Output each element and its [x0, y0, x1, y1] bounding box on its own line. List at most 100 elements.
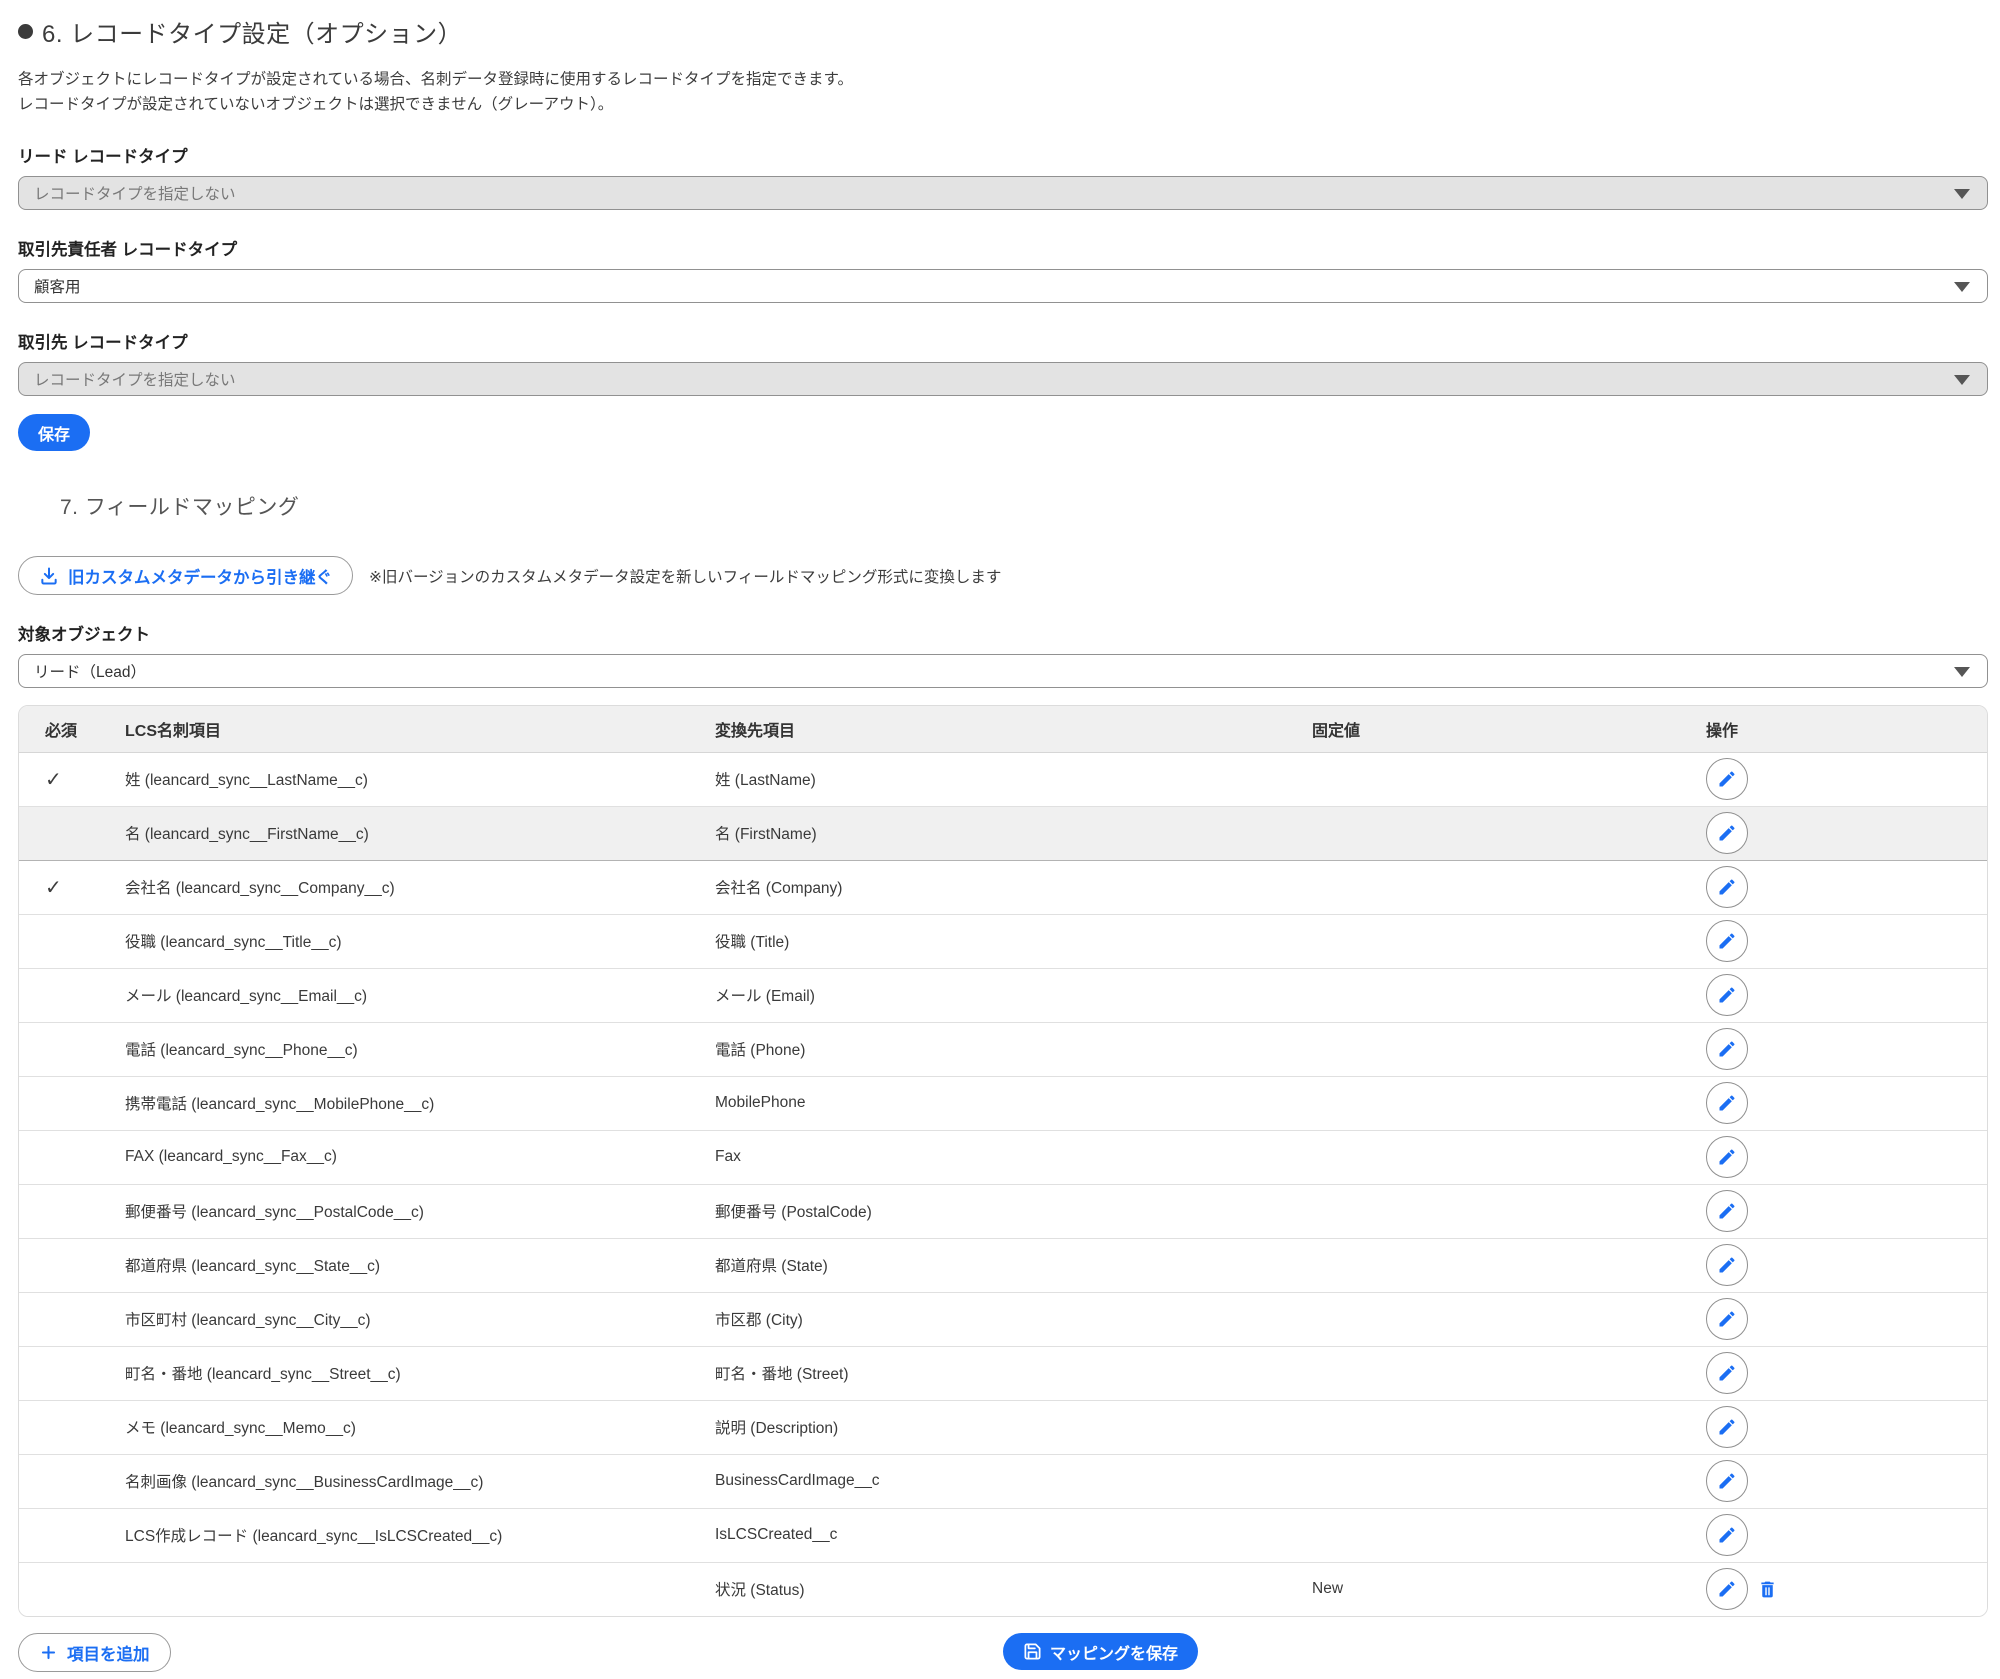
contact-recordtype-value: 顧客用 [34, 275, 81, 297]
target-field-cell: メール (Email) [715, 968, 1312, 1022]
edit-pencil-icon [1717, 1255, 1737, 1275]
source-field-cell: 名 (leancard_sync__FirstName__c) [125, 806, 715, 860]
fixed-value-cell [1312, 752, 1706, 806]
edit-row-button[interactable] [1706, 812, 1748, 854]
edit-row-button[interactable] [1706, 1190, 1748, 1232]
source-field-cell: 市区町村 (leancard_sync__City__c) [125, 1292, 715, 1346]
section7-title: 7. フィールドマッピング [60, 491, 1988, 521]
edit-row-button[interactable] [1706, 974, 1748, 1016]
target-field-cell: 状況 (Status) [715, 1562, 1312, 1616]
edit-row-button[interactable] [1706, 1136, 1748, 1178]
fixed-value-cell [1312, 1022, 1706, 1076]
add-row-button[interactable]: 項目を追加 [18, 1633, 171, 1672]
table-row: 状況 (Status) New [19, 1562, 1987, 1616]
source-field-cell: 町名・番地 (leancard_sync__Street__c) [125, 1346, 715, 1400]
table-footer: 項目を追加 マッピングを保存 [18, 1633, 1988, 1679]
table-row: 電話 (leancard_sync__Phone__c) 電話 (Phone) [19, 1022, 1987, 1076]
edit-pencil-icon [1717, 1363, 1737, 1383]
edit-row-button[interactable] [1706, 866, 1748, 908]
edit-row-button[interactable] [1706, 1514, 1748, 1556]
source-field-cell: LCS作成レコード (leancard_sync__IsLCSCreated__… [125, 1508, 715, 1562]
edit-pencil-icon [1717, 877, 1737, 897]
edit-pencil-icon [1717, 1093, 1737, 1113]
save-mapping-button[interactable]: マッピングを保存 [1003, 1633, 1198, 1670]
lead-recordtype-select[interactable]: レコードタイプを指定しない [18, 176, 1988, 210]
fixed-value-cell [1312, 1508, 1706, 1562]
description-line: 各オブジェクトにレコードタイプが設定されている場合、名刺データ登録時に使用するレ… [18, 67, 1988, 92]
edit-row-button[interactable] [1706, 758, 1748, 800]
source-field-cell: FAX (leancard_sync__Fax__c) [125, 1130, 715, 1184]
target-field-cell: IsLCSCreated__c [715, 1508, 1312, 1562]
source-field-cell: メモ (leancard_sync__Memo__c) [125, 1400, 715, 1454]
edit-pencil-icon [1717, 1525, 1737, 1545]
target-field-cell: Fax [715, 1130, 1312, 1184]
target-field-cell: 都道府県 (State) [715, 1238, 1312, 1292]
table-row: 名刺画像 (leancard_sync__BusinessCardImage__… [19, 1454, 1987, 1508]
edit-row-button[interactable] [1706, 1460, 1748, 1502]
fixed-value-cell [1312, 914, 1706, 968]
table-row: 郵便番号 (leancard_sync__PostalCode__c) 郵便番号… [19, 1184, 1987, 1238]
account-recordtype-select[interactable]: レコードタイプを指定しない [18, 362, 1988, 396]
table-row: LCS作成レコード (leancard_sync__IsLCSCreated__… [19, 1508, 1987, 1562]
table-row: FAX (leancard_sync__Fax__c) Fax [19, 1130, 1987, 1184]
fixed-value-cell [1312, 1454, 1706, 1508]
edit-pencil-icon [1717, 1471, 1737, 1491]
source-field-cell [125, 1562, 715, 1616]
dropdown-arrow-icon [1954, 667, 1970, 677]
contact-recordtype-select[interactable]: 顧客用 [18, 269, 1988, 303]
fixed-value-cell [1312, 860, 1706, 914]
source-field-cell: 都道府県 (leancard_sync__State__c) [125, 1238, 715, 1292]
settings-page: 6. レコードタイプ設定（オプション） 各オブジェクトにレコードタイプが設定され… [0, 0, 2000, 1679]
edit-pencil-icon [1717, 931, 1737, 951]
edit-pencil-icon [1717, 769, 1737, 789]
edit-row-button[interactable] [1706, 1028, 1748, 1070]
edit-pencil-icon [1717, 1417, 1737, 1437]
fixed-value-cell [1312, 1292, 1706, 1346]
edit-row-button[interactable] [1706, 1244, 1748, 1286]
fixed-value-cell: New [1312, 1562, 1706, 1616]
edit-pencil-icon [1717, 1309, 1737, 1329]
save-recordtype-button[interactable]: 保存 [18, 414, 90, 451]
save-icon [1023, 1642, 1042, 1661]
section-bullet-icon [18, 24, 33, 39]
target-field-cell: 会社名 (Company) [715, 860, 1312, 914]
edit-row-button[interactable] [1706, 1082, 1748, 1124]
table-header-row: 必須 LCS名刺項目 変換先項目 固定値 操作 [19, 706, 1987, 752]
account-recordtype-value: レコードタイプを指定しない [34, 368, 236, 390]
table-row: ✓ 会社名 (leancard_sync__Company__c) 会社名 (C… [19, 860, 1987, 914]
target-object-select[interactable]: リード（Lead） [18, 654, 1988, 688]
edit-row-button[interactable] [1706, 1406, 1748, 1448]
fixed-value-cell [1312, 1400, 1706, 1454]
table-row: メモ (leancard_sync__Memo__c) 説明 (Descript… [19, 1400, 1987, 1454]
table-row: 携帯電話 (leancard_sync__MobilePhone__c) Mob… [19, 1076, 1987, 1130]
target-object-label: 対象オブジェクト [18, 621, 1988, 645]
col-header-actions: 操作 [1706, 706, 1987, 752]
target-field-cell: 電話 (Phone) [715, 1022, 1312, 1076]
dropdown-arrow-icon [1954, 282, 1970, 292]
target-field-cell: 名 (FirstName) [715, 806, 1312, 860]
target-object-value: リード（Lead） [34, 660, 146, 682]
fixed-value-cell [1312, 1184, 1706, 1238]
table-row: 名 (leancard_sync__FirstName__c) 名 (First… [19, 806, 1987, 860]
table-row: 役職 (leancard_sync__Title__c) 役職 (Title) [19, 914, 1987, 968]
inherit-legacy-metadata-button[interactable]: 旧カスタムメタデータから引き継ぐ [18, 556, 353, 595]
account-recordtype-label: 取引先 レコードタイプ [18, 329, 1988, 353]
required-check-icon: ✓ [45, 877, 62, 899]
edit-row-button[interactable] [1706, 1352, 1748, 1394]
fixed-value-cell [1312, 968, 1706, 1022]
fixed-value-cell [1312, 806, 1706, 860]
fixed-value-cell [1312, 1238, 1706, 1292]
target-field-cell: MobilePhone [715, 1076, 1312, 1130]
edit-row-button[interactable] [1706, 920, 1748, 962]
description-line: レコードタイプが設定されていないオブジェクトは選択できません（グレーアウト）。 [18, 92, 1988, 117]
source-field-cell: 郵便番号 (leancard_sync__PostalCode__c) [125, 1184, 715, 1238]
source-field-cell: メール (leancard_sync__Email__c) [125, 968, 715, 1022]
plus-icon [39, 1643, 58, 1662]
delete-row-button[interactable] [1757, 1579, 1778, 1600]
table-row: 町名・番地 (leancard_sync__Street__c) 町名・番地 (… [19, 1346, 1987, 1400]
col-header-source: LCS名刺項目 [125, 706, 715, 752]
target-field-cell: 説明 (Description) [715, 1400, 1312, 1454]
fixed-value-cell [1312, 1130, 1706, 1184]
edit-row-button[interactable] [1706, 1298, 1748, 1340]
col-header-target: 変換先項目 [715, 706, 1312, 752]
